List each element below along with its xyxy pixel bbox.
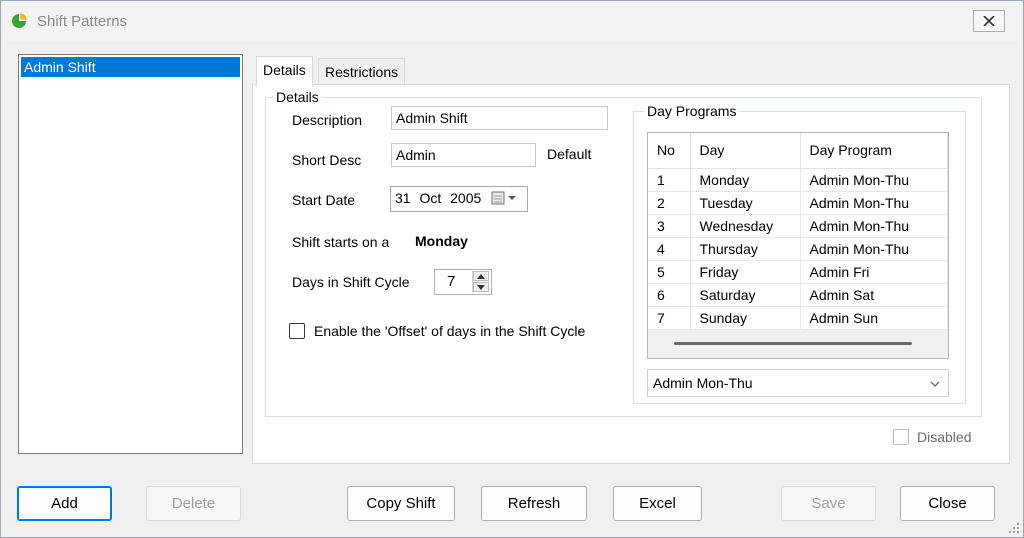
- column-header-day[interactable]: Day: [690, 133, 801, 169]
- chevron-down-icon: [477, 284, 485, 290]
- cell-day-program[interactable]: Admin Mon-Thu: [800, 168, 948, 192]
- shift-starts-label: Shift starts on a: [292, 234, 390, 250]
- short-desc-input[interactable]: Admin: [391, 143, 536, 167]
- description-label: Description: [292, 112, 363, 128]
- cell-no: 7: [648, 306, 691, 330]
- stepper-down-button[interactable]: [473, 282, 489, 292]
- close-icon: [983, 16, 995, 26]
- cell-no: 3: [648, 214, 691, 238]
- shift-starts-value: Monday: [415, 233, 468, 249]
- cell-day-program[interactable]: Admin Mon-Thu: [800, 191, 948, 215]
- short-desc-label: Short Desc: [292, 152, 362, 168]
- shift-patterns-window: Shift Patterns Admin Shift Details Restr…: [0, 0, 1024, 538]
- cell-day: Monday: [690, 168, 801, 192]
- column-header-day-program[interactable]: Day Program: [800, 133, 948, 169]
- start-date-day[interactable]: 31: [395, 190, 411, 206]
- copy-shift-button[interactable]: Copy Shift: [347, 486, 455, 521]
- stepper-up-button[interactable]: [473, 271, 489, 281]
- cell-no: 5: [648, 260, 691, 284]
- window-title: Shift Patterns: [37, 13, 128, 30]
- table-row[interactable]: 7 Sunday Admin Sun: [648, 306, 948, 330]
- days-cycle-value[interactable]: 7: [447, 273, 455, 290]
- cell-day-program[interactable]: Admin Mon-Thu: [800, 214, 948, 238]
- tab-restrictions[interactable]: Restrictions: [318, 58, 406, 86]
- cell-day: Sunday: [690, 306, 801, 330]
- cell-no: 2: [648, 191, 691, 215]
- cell-day: Tuesday: [690, 191, 801, 215]
- description-input[interactable]: Admin Shift: [391, 106, 608, 130]
- start-date-picker[interactable]: 31 Oct 2005: [390, 186, 528, 212]
- start-date-month[interactable]: Oct: [419, 190, 441, 206]
- column-header-no[interactable]: No: [648, 133, 691, 169]
- chevron-down-icon: [930, 381, 940, 387]
- chevron-up-icon: [477, 273, 485, 279]
- day-programs-grid[interactable]: No Day Day Program 1 Monday Admin Mon-Thu …: [647, 132, 949, 359]
- excel-button[interactable]: Excel: [613, 486, 702, 521]
- cell-day-program[interactable]: Admin Fri: [800, 260, 948, 284]
- cell-no: 6: [648, 283, 691, 307]
- chevron-down-icon: [508, 196, 516, 200]
- close-button[interactable]: Close: [900, 486, 995, 521]
- cell-day-program[interactable]: Admin Sun: [800, 306, 948, 330]
- offset-checkbox[interactable]: [289, 323, 305, 339]
- save-button[interactable]: Save: [781, 486, 876, 521]
- shift-list[interactable]: Admin Shift: [18, 54, 243, 454]
- cell-day: Thursday: [690, 237, 801, 261]
- disabled-checkbox[interactable]: [893, 429, 909, 445]
- tab-details[interactable]: Details: [256, 56, 313, 87]
- days-cycle-label: Days in Shift Cycle: [292, 274, 410, 290]
- details-group-title: Details: [273, 89, 322, 105]
- table-row[interactable]: 1 Monday Admin Mon-Thu: [648, 168, 948, 192]
- delete-button[interactable]: Delete: [146, 486, 241, 521]
- start-date-year[interactable]: 2005: [450, 190, 481, 206]
- table-row[interactable]: 6 Saturday Admin Sat: [648, 283, 948, 307]
- day-programs-table: No Day Day Program 1 Monday Admin Mon-Thu …: [648, 133, 948, 330]
- refresh-button[interactable]: Refresh: [481, 486, 587, 521]
- app-logo-icon: [12, 13, 27, 28]
- title-bar: Shift Patterns: [1, 1, 1023, 41]
- disabled-label: Disabled: [917, 429, 972, 445]
- day-program-select[interactable]: Admin Mon-Thu: [647, 369, 949, 397]
- stepper-buttons: [472, 271, 490, 293]
- scrollbar-thumb[interactable]: [674, 342, 912, 345]
- cell-no: 4: [648, 237, 691, 261]
- table-row[interactable]: 4 Thursday Admin Mon-Thu: [648, 237, 948, 261]
- day-programs-title: Day Programs: [644, 103, 740, 119]
- table-row[interactable]: 5 Friday Admin Fri: [648, 260, 948, 284]
- cell-day-program[interactable]: Admin Sat: [800, 283, 948, 307]
- close-window-button[interactable]: [973, 10, 1005, 32]
- table-row[interactable]: 3 Wednesday Admin Mon-Thu: [648, 214, 948, 238]
- table-row[interactable]: 2 Tuesday Admin Mon-Thu: [648, 191, 948, 215]
- cell-day: Wednesday: [690, 214, 801, 238]
- cell-day-program[interactable]: Admin Mon-Thu: [800, 237, 948, 261]
- default-label: Default: [547, 146, 592, 162]
- offset-label: Enable the 'Offset' of days in the Shift…: [314, 323, 586, 339]
- add-button[interactable]: Add: [17, 486, 112, 521]
- cell-no: 1: [648, 168, 691, 192]
- horizontal-scrollbar[interactable]: [648, 330, 948, 358]
- days-cycle-stepper[interactable]: 7: [434, 269, 492, 295]
- day-program-select-value: Admin Mon-Thu: [653, 375, 753, 391]
- cell-day: Saturday: [690, 283, 801, 307]
- list-item[interactable]: Admin Shift: [21, 57, 240, 77]
- start-date-label: Start Date: [292, 192, 356, 208]
- cell-day: Friday: [690, 260, 801, 284]
- calendar-icon: [491, 191, 505, 205]
- resize-grip-icon[interactable]: [1006, 520, 1020, 534]
- calendar-dropdown-button[interactable]: [491, 190, 521, 206]
